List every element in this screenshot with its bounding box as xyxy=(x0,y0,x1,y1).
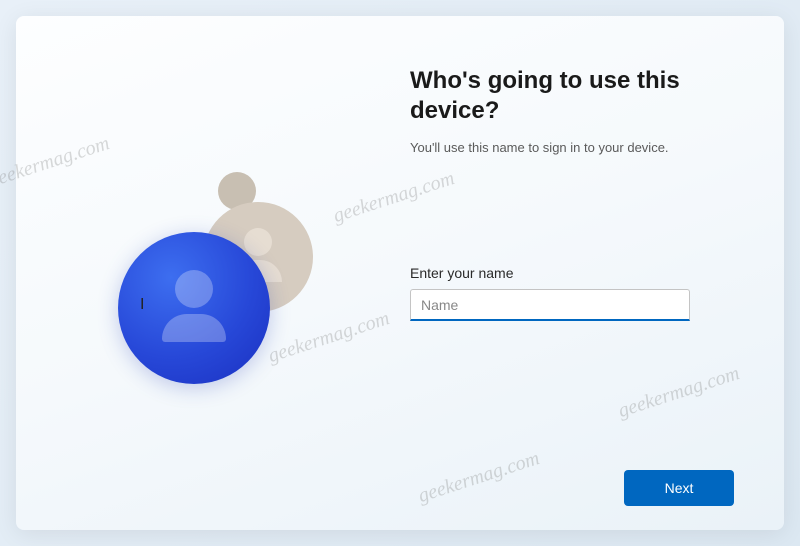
illustration-column xyxy=(66,66,390,458)
footer-actions: Next xyxy=(66,458,734,506)
page-subtitle: You'll use this name to sign in to your … xyxy=(410,140,734,155)
user-avatar-illustration xyxy=(98,162,338,402)
main-content: Who's going to use this device? You'll u… xyxy=(66,66,734,458)
person-icon-head xyxy=(244,228,272,256)
foreground-avatar-circle xyxy=(118,232,270,384)
person-icon-body xyxy=(162,314,226,342)
name-input[interactable] xyxy=(410,289,690,321)
form-column: Who's going to use this device? You'll u… xyxy=(410,66,734,458)
page-title: Who's going to use this device? xyxy=(410,66,734,126)
name-field-label: Enter your name xyxy=(410,265,734,281)
next-button[interactable]: Next xyxy=(624,470,734,506)
oobe-setup-window: Who's going to use this device? You'll u… xyxy=(16,16,784,530)
person-icon-head xyxy=(175,270,213,308)
